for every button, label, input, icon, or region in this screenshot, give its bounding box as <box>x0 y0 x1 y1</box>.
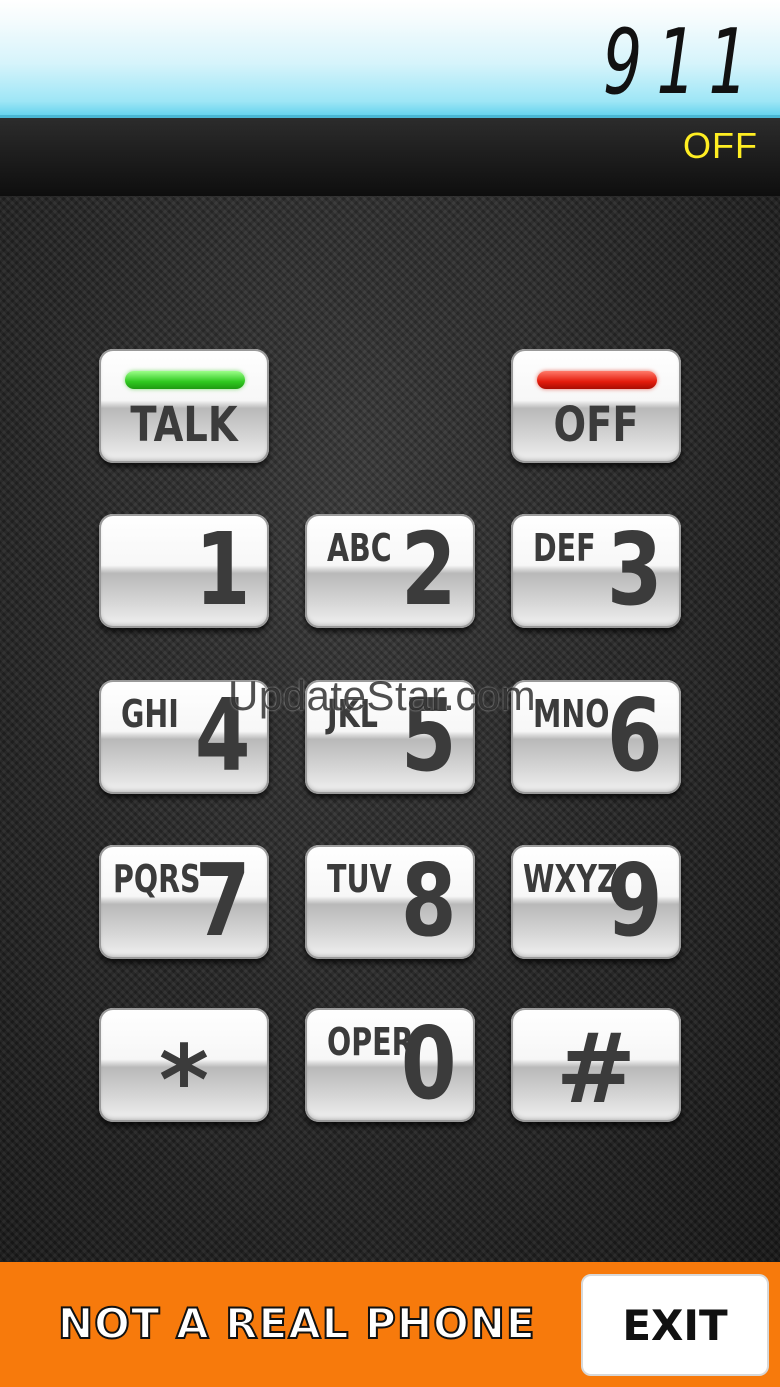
key-digit: 0 <box>401 1005 457 1122</box>
key-0[interactable]: OPER 0 <box>305 1008 475 1122</box>
key-letters: MNO <box>533 692 610 736</box>
key-letters: GHI <box>121 692 179 736</box>
key-6[interactable]: MNO 6 <box>511 680 681 794</box>
dialed-number: 911 <box>604 10 760 115</box>
footer-bar: NOT A REAL PHONE EXIT <box>0 1262 780 1387</box>
talk-label: TALK <box>130 397 238 453</box>
key-star[interactable]: * <box>99 1008 269 1136</box>
key-digit: 8 <box>401 842 457 959</box>
key-8[interactable]: TUV 8 <box>305 845 475 959</box>
key-digit: 2 <box>401 511 457 628</box>
exit-label: EXIT <box>622 1301 728 1350</box>
key-letters: ABC <box>327 526 392 570</box>
key-1[interactable]: 1 <box>99 514 269 628</box>
lcd-display: 911 <box>0 0 780 118</box>
call-status: OFF <box>683 125 758 166</box>
watermark: UpdateStar.com <box>228 672 537 719</box>
key-letters: TUV <box>327 857 392 901</box>
hash-symbol: # <box>555 1013 637 1125</box>
talk-led-icon <box>125 371 245 389</box>
key-digit: 3 <box>607 511 663 628</box>
exit-button[interactable]: EXIT <box>581 1274 769 1376</box>
off-button[interactable]: OFF <box>511 349 681 463</box>
key-9[interactable]: WXYZ 9 <box>511 845 681 959</box>
key-letters: WXYZ <box>523 857 618 901</box>
not-real-phone-notice: NOT A REAL PHONE <box>57 1298 536 1349</box>
talk-button[interactable]: TALK <box>99 349 269 463</box>
off-led-icon <box>537 371 657 389</box>
key-digit: 9 <box>607 842 663 959</box>
key-digit: 1 <box>195 511 251 628</box>
off-label: OFF <box>553 397 639 453</box>
top-bar: 911 OFF <box>0 0 780 196</box>
key-hash[interactable]: # <box>511 1008 681 1125</box>
key-3[interactable]: DEF 3 <box>511 514 681 628</box>
key-letters: PQRS <box>113 857 201 901</box>
star-symbol: * <box>158 1025 210 1137</box>
key-2[interactable]: ABC 2 <box>305 514 475 628</box>
key-letters: DEF <box>533 526 596 570</box>
key-7[interactable]: PQRS 7 <box>99 845 269 959</box>
key-digit: 6 <box>607 677 663 794</box>
key-digit: 7 <box>195 842 251 959</box>
